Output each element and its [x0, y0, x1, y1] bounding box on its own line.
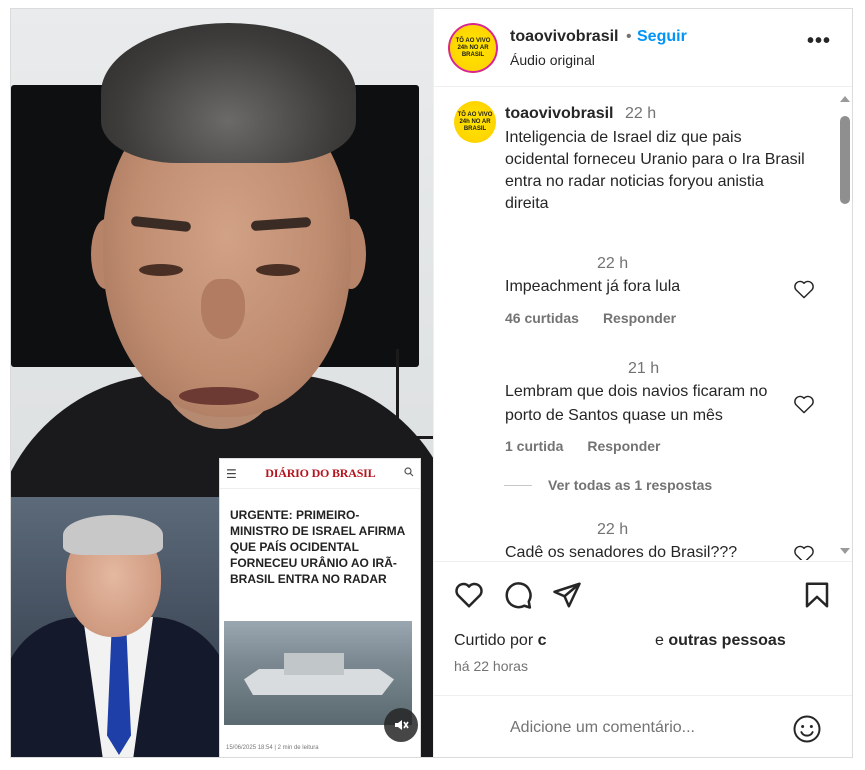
- author-avatar[interactable]: TÔ AO VIVO 24h NO AR BRASIL: [448, 23, 498, 73]
- search-icon: [404, 467, 414, 480]
- comment-time: 22 h: [597, 521, 629, 538]
- comment-input[interactable]: [510, 714, 780, 742]
- comment-time: 21 h: [628, 360, 660, 377]
- audio-label[interactable]: Áudio original: [510, 52, 595, 68]
- view-replies-button[interactable]: Ver todas as 1 respostas: [504, 477, 712, 493]
- liked-by-others[interactable]: outras pessoas: [668, 632, 785, 649]
- muted-icon: [395, 720, 409, 730]
- video-overlay-politician: [11, 497, 221, 757]
- comment-text: Impeachment já fora lula: [505, 278, 681, 295]
- heart-icon[interactable]: [793, 279, 815, 299]
- video-person-hair: [101, 23, 356, 163]
- heart-icon[interactable]: [793, 544, 815, 560]
- comment-text: Cadê os senadores do Brasil???: [505, 544, 738, 560]
- caption-time: 22 h: [625, 105, 657, 122]
- add-comment-bar: [434, 695, 852, 757]
- news-card-topbar: ☰ DIÁRIO DO BRASIL: [220, 459, 420, 489]
- video-person-nose: [201, 279, 245, 339]
- news-headline: URGENTE: PRIMEIRO-MINISTRO DE ISRAEL AFI…: [230, 508, 405, 586]
- comment-time: 22 h: [597, 255, 629, 272]
- caption-text: Inteligencia de Israel diz que pais ocid…: [505, 129, 805, 212]
- hamburger-menu-icon: ☰: [226, 466, 237, 481]
- comment-meta: 46 curtidas Responder: [505, 310, 700, 326]
- comment-likes[interactable]: 46 curtidas: [505, 310, 579, 326]
- video-person-mouth: [179, 387, 259, 405]
- author-username[interactable]: toaovivobrasil: [510, 28, 618, 46]
- comment-meta: 1 curtida Responder: [505, 438, 684, 454]
- comment-icon[interactable]: [503, 580, 533, 610]
- separator-dot: •: [626, 28, 632, 45]
- emoji-icon[interactable]: [792, 714, 822, 744]
- comments-list[interactable]: TÔ AO VIVO 24h NO AR BRASIL toaovivobrasil…: [434, 88, 852, 560]
- liked-by-user[interactable]: c: [538, 632, 547, 649]
- view-replies-label: Ver todas as 1 respostas: [548, 477, 713, 493]
- heart-icon[interactable]: [793, 394, 815, 414]
- liked-by-and: e: [654, 632, 664, 649]
- post-header: TÔ AO VIVO 24h NO AR BRASIL toaovivobrasil…: [434, 9, 852, 87]
- news-image: [224, 621, 412, 725]
- video-person-eye: [256, 264, 300, 276]
- reply-button[interactable]: Responder: [587, 438, 660, 454]
- follow-button[interactable]: Seguir: [637, 28, 687, 46]
- scroll-up-arrow[interactable]: [840, 96, 850, 102]
- story-ring: [448, 23, 498, 73]
- comments-scrollbar[interactable]: [837, 88, 852, 560]
- caption-avatar[interactable]: TÔ AO VIVO 24h NO AR BRASIL: [454, 101, 496, 143]
- scroll-down-arrow[interactable]: [840, 548, 850, 554]
- replies-divider: [504, 484, 532, 486]
- news-footer: 15/06/2025 18:54 | 2 min de leitura: [226, 745, 319, 751]
- more-icon[interactable]: •••: [807, 31, 831, 51]
- post-timestamp[interactable]: há 22 horas: [454, 658, 528, 674]
- heart-icon[interactable]: [454, 580, 484, 610]
- liked-by-label: Curtido por: [454, 632, 534, 649]
- mute-button[interactable]: [384, 708, 418, 742]
- comment-text: Lembram que dois navios ficaram no porto…: [505, 383, 768, 424]
- caption-username[interactable]: toaovivobrasil: [505, 105, 613, 123]
- news-logo: DIÁRIO DO BRASIL: [265, 466, 376, 480]
- post-actions: Curtido por c e outras pessoas há 22 hor…: [434, 561, 852, 695]
- reel-video[interactable]: ☰ DIÁRIO DO BRASIL URGENTE: PRIMEIRO-MIN…: [11, 9, 433, 757]
- redacted-username: [546, 633, 651, 648]
- share-icon[interactable]: [552, 580, 582, 610]
- politician-hair: [63, 515, 163, 555]
- avatar-logo-text: TÔ AO VIVO 24h NO AR BRASIL: [457, 111, 493, 132]
- likes-summary[interactable]: Curtido por c e outras pessoas: [454, 632, 786, 650]
- post-side-panel: TÔ AO VIVO 24h NO AR BRASIL toaovivobrasil…: [433, 9, 852, 757]
- reply-button[interactable]: Responder: [603, 310, 676, 326]
- video-person-eye: [139, 264, 183, 276]
- comment-likes[interactable]: 1 curtida: [505, 438, 563, 454]
- scroll-thumb[interactable]: [840, 116, 850, 204]
- ship-superstructure: [284, 653, 344, 675]
- post-modal: ☰ DIÁRIO DO BRASIL URGENTE: PRIMEIRO-MIN…: [10, 8, 853, 758]
- bookmark-icon[interactable]: [802, 580, 832, 610]
